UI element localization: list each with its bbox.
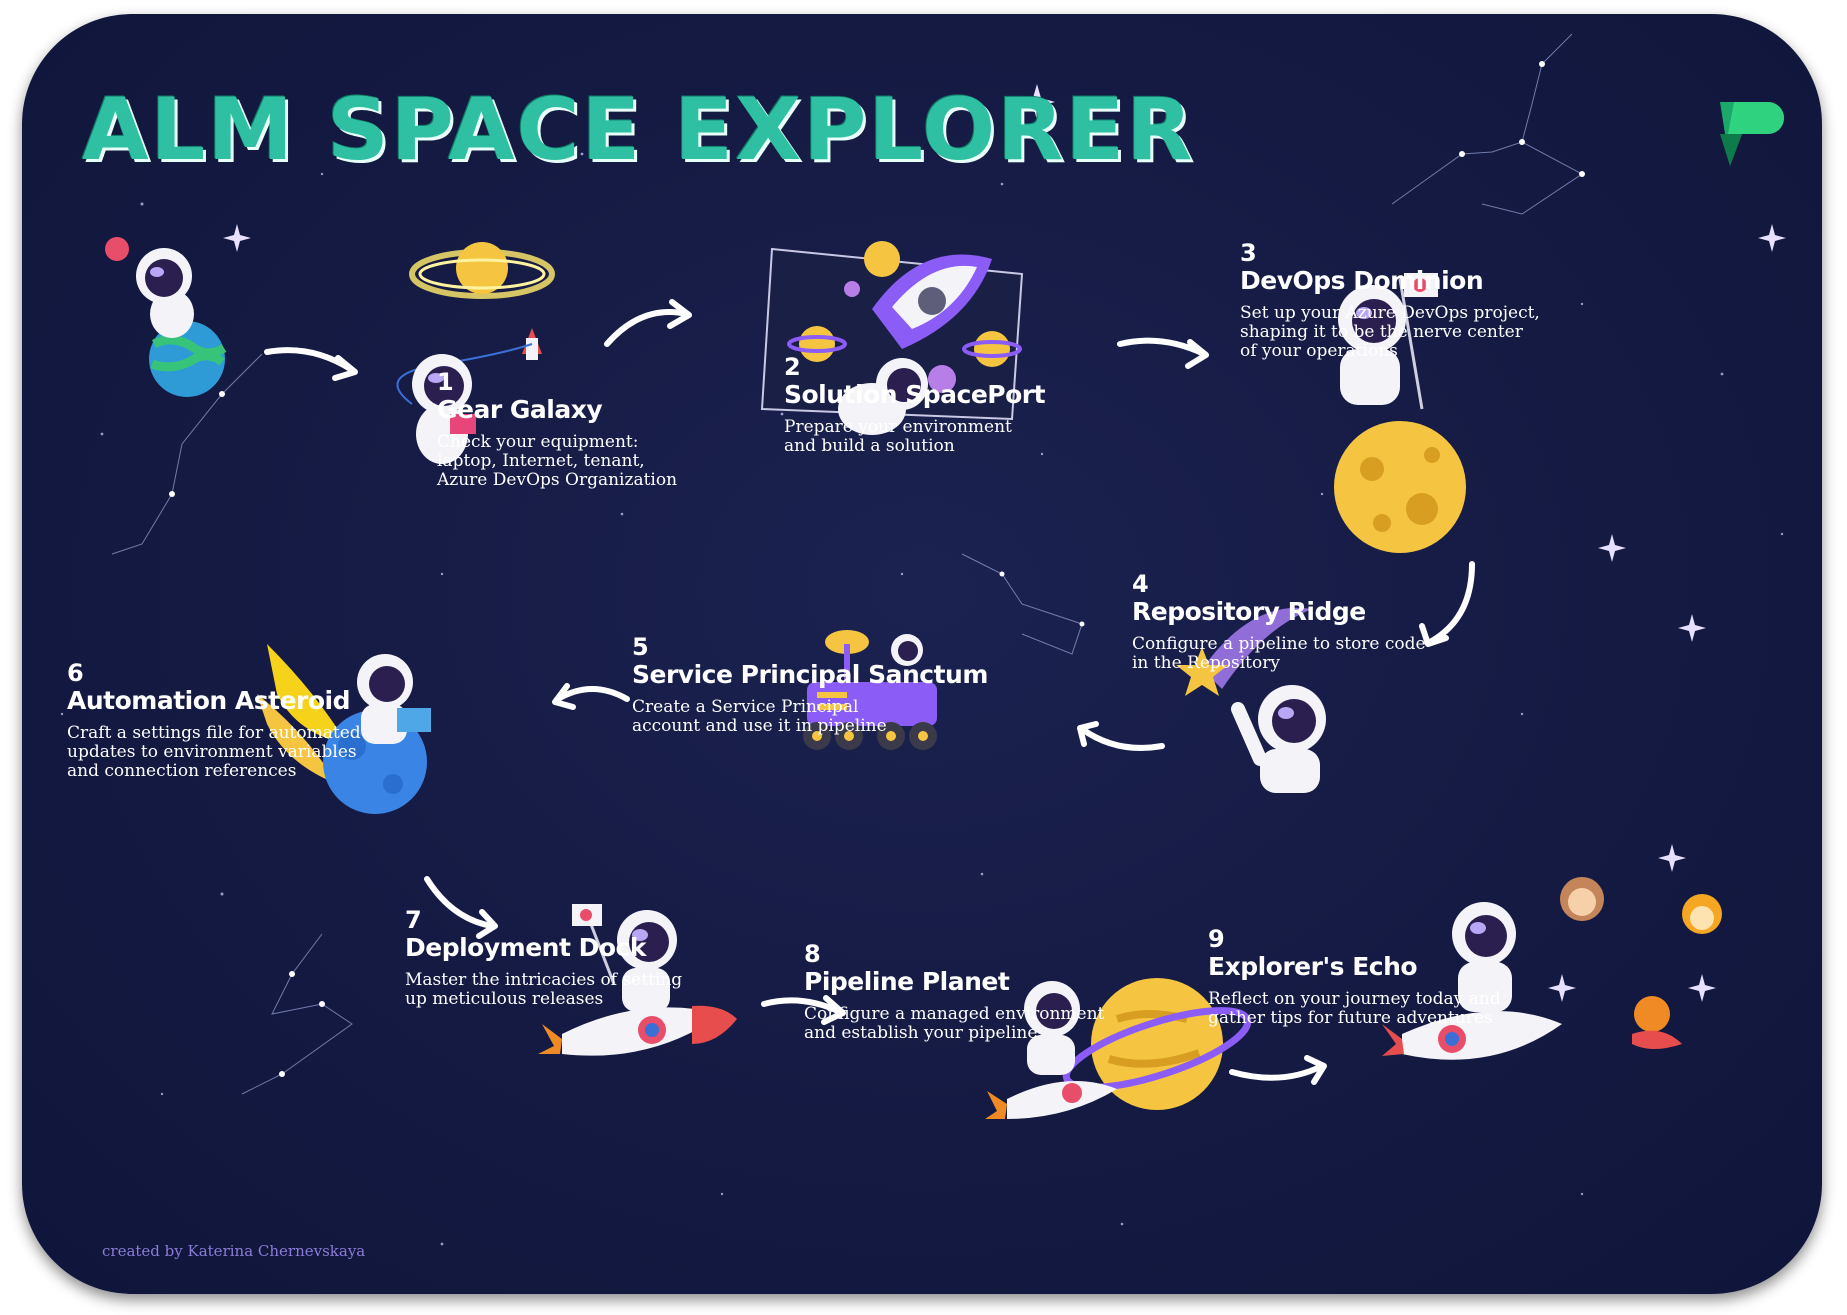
step-number: 8: [804, 940, 821, 968]
step-number: 5: [632, 633, 649, 661]
author-credit: created by Katerina Chernevskaya: [102, 1242, 366, 1260]
step-1: 1 Gear Galaxy Check your equipment: lapto…: [437, 369, 677, 490]
step-title: Explorer's Echo: [1208, 952, 1418, 981]
step-number: 9: [1208, 925, 1225, 953]
step-number: 1: [437, 368, 454, 396]
step-number: 4: [1132, 570, 1149, 598]
step-description: Reflect on your journey today and gather …: [1208, 989, 1501, 1028]
step-description: Craft a settings file for automated updat…: [67, 723, 361, 781]
astronaut-on-earth-icon: [105, 237, 227, 397]
step-description: Configure a pipeline to store code in the…: [1132, 634, 1426, 673]
step-description: Set up your Azure DevOps project, shaping…: [1240, 303, 1540, 361]
step-title: Gear Galaxy: [437, 395, 603, 424]
step-number: 2: [784, 353, 801, 381]
step-title: Automation Asteroid: [67, 686, 350, 715]
step-description: Create a Service Principal account and us…: [632, 697, 887, 736]
step-title: Repository Ridge: [1132, 597, 1366, 626]
step-description: Configure a managed environment and estab…: [804, 1004, 1105, 1043]
step-title: Pipeline Planet: [804, 967, 1010, 996]
step-title: Deployment Dock: [405, 933, 646, 962]
step-description: Master the intricacies of setting up meti…: [405, 970, 683, 1009]
step-5: 5 Service Principal Sanctum Create a Ser…: [632, 634, 988, 736]
step-number: 3: [1240, 239, 1257, 267]
step-7: 7 Deployment Dock Master the intricacies…: [405, 907, 682, 1009]
poster-board: ALM SPACE EXPLORER 1 Gear Galaxy Check y…: [22, 14, 1822, 1294]
step-description: Check your equipment: laptop, Internet, t…: [437, 432, 678, 490]
step-description: Prepare your environment and build a solu…: [784, 417, 1012, 456]
step-number: 7: [405, 906, 422, 934]
step-number: 6: [67, 659, 84, 687]
step-3: 3 DevOps Dominion Set up your Azure DevO…: [1240, 240, 1540, 361]
step-6: 6 Automation Asteroid Craft a settings f…: [67, 660, 361, 781]
step-title: DevOps Dominion: [1240, 266, 1484, 295]
step-title: Solution SpacePort: [784, 380, 1046, 409]
step-2: 2 Solution SpacePort Prepare your enviro…: [784, 353, 1046, 456]
step-8: 8 Pipeline Planet Configure a managed en…: [804, 941, 1104, 1043]
step-4: 4 Repository Ridge Configure a pipeline …: [1132, 571, 1426, 673]
step-title: Service Principal Sanctum: [632, 660, 988, 689]
step-9: 9 Explorer's Echo Reflect on your journe…: [1208, 926, 1501, 1028]
